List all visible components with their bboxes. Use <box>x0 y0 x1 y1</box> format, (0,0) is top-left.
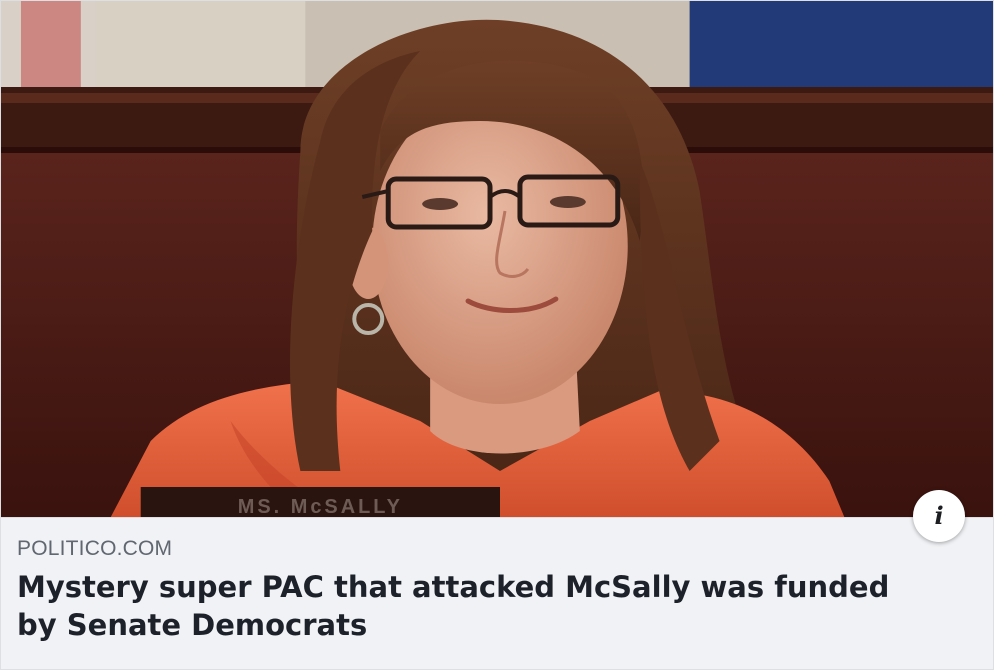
article-headline[interactable]: Mystery super PAC that attacked McSally … <box>17 568 937 644</box>
nameplate-text: MS. McSALLY <box>238 496 403 517</box>
link-caption[interactable]: POLITICO.COM Mystery super PAC that atta… <box>1 517 993 669</box>
info-icon: i <box>934 501 944 530</box>
info-button[interactable]: i <box>913 490 965 542</box>
article-image[interactable]: MS. McSALLY <box>1 1 993 517</box>
source-domain: POLITICO.COM <box>17 537 173 560</box>
link-preview-card[interactable]: MS. McSALLY i POLITICO.COM Mystery super… <box>0 0 994 670</box>
article-photo: MS. McSALLY <box>1 1 993 517</box>
